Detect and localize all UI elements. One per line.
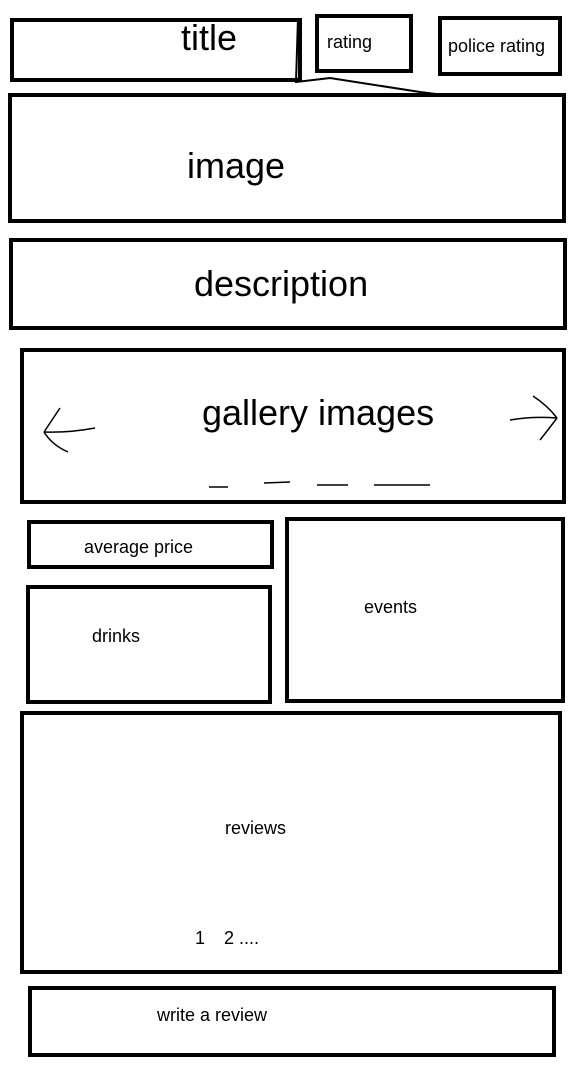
gallery-label: gallery images — [202, 392, 435, 433]
write-review-label: write a review — [157, 1005, 268, 1025]
main-image — [8, 93, 566, 223]
title-box — [10, 18, 302, 82]
page-title: title — [181, 17, 238, 58]
description-label: description — [194, 263, 369, 304]
write-review-button[interactable] — [28, 986, 556, 1057]
reviews-page-2[interactable]: 2 .... — [224, 929, 259, 947]
average-price-label: average price — [84, 537, 194, 557]
drinks-box — [26, 585, 272, 704]
rating-label: rating — [327, 32, 373, 52]
reviews-page-1[interactable]: 1 — [195, 929, 205, 947]
events-label: events — [364, 597, 418, 617]
drinks-label: drinks — [92, 626, 141, 646]
reviews-label: reviews — [225, 818, 287, 838]
events-box — [285, 517, 565, 703]
main-image-label: image — [187, 145, 286, 186]
reviews-box — [20, 711, 562, 974]
police-rating-label: police rating — [448, 36, 546, 56]
